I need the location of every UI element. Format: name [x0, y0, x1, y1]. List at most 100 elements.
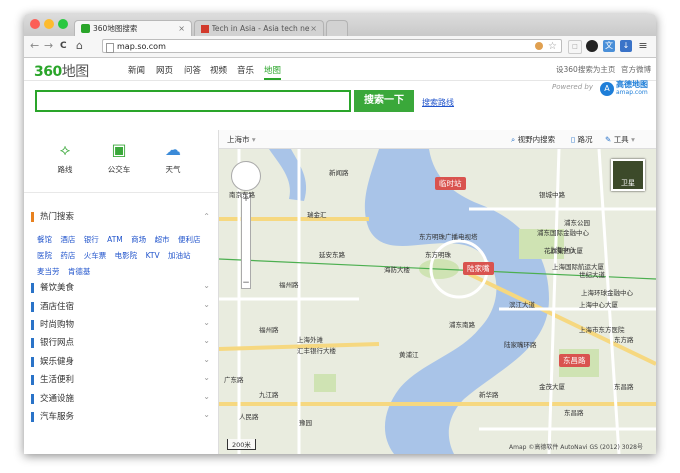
category-bank[interactable]: 银行网点 — [31, 338, 74, 348]
hot-link[interactable]: 肯德基 — [68, 267, 91, 276]
extension-icon[interactable]: □ — [568, 40, 582, 54]
quick-weather-button[interactable]: ☁ 天气 — [148, 140, 198, 175]
hot-link[interactable]: 药店 — [60, 251, 75, 260]
home-button[interactable]: ⌂ — [76, 39, 83, 53]
map-label: 上海环球金融中心 — [581, 289, 633, 297]
category-life-services[interactable]: 生活便利 — [31, 375, 74, 385]
hot-link[interactable]: 银行 — [84, 235, 99, 244]
zoom-slider[interactable]: + − — [241, 193, 251, 289]
category-entertainment[interactable]: 娱乐健身 — [31, 357, 74, 367]
scale-bar: 200米 — [227, 439, 256, 450]
camera-extension-icon[interactable] — [586, 40, 598, 52]
nav-web[interactable]: 网页 — [156, 64, 173, 76]
translate-extension-icon[interactable]: 文 — [603, 40, 615, 52]
tab-techinasia[interactable]: Tech in Asia - Asia tech new × — [194, 20, 324, 36]
search-button[interactable]: 搜索一下 — [354, 90, 414, 112]
map-copyright: Amap ©高德软件 AutoNavi GS (2012) 3028号 — [509, 444, 643, 451]
map-label: 南京东路 — [229, 191, 255, 199]
nav-music[interactable]: 音乐 — [237, 64, 254, 76]
category-hot-search[interactable]: 热门搜索 — [31, 212, 74, 222]
nav-qa[interactable]: 问答 — [184, 64, 201, 76]
360-map-logo[interactable]: 360地图 — [34, 61, 89, 81]
menu-icon[interactable]: ≡ — [637, 40, 649, 52]
bookmark-star-icon[interactable]: ☆ — [548, 40, 557, 54]
map-label: 人民路 — [239, 413, 259, 421]
logo-number: 360 — [34, 64, 62, 80]
city-selector[interactable]: 上海市 ▾ — [227, 134, 256, 145]
minimize-window-button[interactable] — [44, 19, 54, 29]
hot-link[interactable]: 医院 — [37, 251, 52, 260]
map-label: 黄浦江 — [399, 351, 419, 359]
hot-link[interactable]: 超市 — [155, 235, 170, 244]
divider — [24, 192, 218, 193]
category-transport[interactable]: 交通设施 — [31, 394, 74, 404]
nav-video[interactable]: 视频 — [210, 64, 227, 76]
nearby-search-button[interactable]: ⌕ 视野内搜索 — [511, 134, 555, 145]
map-label: 上海中心 — [549, 246, 575, 254]
address-toolbar: ← → C ⌂ map.so.com ☆ □ 文 ↓ ≡ — [24, 36, 656, 58]
quick-route-button[interactable]: ⟡ 路线 — [40, 140, 90, 175]
hot-link[interactable]: 加油站 — [168, 251, 191, 260]
search-route-link[interactable]: 搜索路线 — [422, 97, 454, 108]
map-label: 豫园 — [299, 419, 312, 427]
hot-link[interactable]: ATM — [107, 235, 123, 244]
techinasia-favicon-icon — [201, 24, 209, 33]
hot-link[interactable]: 便利店 — [178, 235, 201, 244]
station-badge[interactable]: 陆家嘴 — [463, 262, 494, 275]
chevron-down-icon[interactable]: ⌄ — [203, 336, 210, 345]
satellite-toggle[interactable]: 卫星 — [611, 159, 645, 191]
pan-control[interactable] — [231, 161, 261, 191]
quick-label: 公交车 — [107, 165, 131, 174]
download-extension-icon[interactable]: ↓ — [620, 40, 632, 52]
hot-link[interactable]: 商场 — [131, 235, 146, 244]
quick-label: 路线 — [57, 165, 73, 174]
chevron-down-icon[interactable]: ⌄ — [203, 373, 210, 382]
chevron-down-icon[interactable]: ⌄ — [203, 410, 210, 419]
map-label: 陆家嘴环路 — [504, 341, 537, 349]
new-tab-button[interactable] — [326, 20, 348, 36]
chevron-down-icon[interactable]: ⌄ — [203, 300, 210, 309]
chevron-down-icon[interactable]: ⌄ — [203, 281, 210, 290]
tools-button[interactable]: ✎ 工具 ▾ — [605, 134, 635, 145]
category-hotel[interactable]: 酒店住宿 — [31, 302, 74, 312]
chevron-down-icon[interactable]: ⌄ — [203, 355, 210, 364]
map-label: 滨江大道 — [509, 301, 535, 309]
quick-bus-button[interactable]: ▣ 公交车 — [94, 140, 144, 175]
traffic-button[interactable]: ▯ 路况 — [571, 134, 593, 145]
route-icon: ⟡ — [59, 140, 71, 159]
hot-links: 餐馆 酒店 银行 ATM 商场 超市 便利店 医院 药店 火车票 电影院 KTV… — [37, 232, 207, 280]
category-auto[interactable]: 汽车服务 — [31, 412, 74, 422]
tab-360-map[interactable]: 360地图搜索 × — [74, 20, 192, 36]
set-homepage-link[interactable]: 设360搜索为主页 — [556, 64, 615, 75]
hot-link[interactable]: 麦当劳 — [37, 267, 60, 276]
reload-button[interactable]: C — [60, 39, 67, 53]
nav-map[interactable]: 地图 — [264, 64, 282, 80]
station-badge[interactable]: 东昌路 — [559, 354, 590, 367]
forward-button[interactable]: → — [44, 39, 53, 53]
back-button[interactable]: ← — [30, 39, 39, 53]
amap-logo[interactable]: A 高德地图 amap.com — [600, 81, 648, 97]
category-shopping[interactable]: 时尚购物 — [31, 320, 74, 330]
hot-link[interactable]: 酒店 — [60, 235, 75, 244]
chevron-down-icon[interactable]: ⌄ — [203, 318, 210, 327]
url-bar[interactable]: map.so.com ☆ — [102, 39, 562, 53]
tab-close-icon[interactable]: × — [310, 24, 317, 33]
collapse-icon[interactable]: ⌃ — [203, 212, 210, 221]
hot-link[interactable]: 电影院 — [115, 251, 138, 260]
station-badge[interactable]: 临时站 — [435, 177, 466, 190]
tab-close-icon[interactable]: × — [178, 24, 185, 33]
hot-link[interactable]: KTV — [146, 251, 160, 260]
category-food[interactable]: 餐饮美食 — [31, 283, 74, 293]
nav-news[interactable]: 新闻 — [128, 64, 145, 76]
search-input[interactable] — [35, 90, 351, 112]
map-label: 福州路 — [279, 281, 299, 289]
hot-link[interactable]: 火车票 — [84, 251, 107, 260]
official-weibo-link[interactable]: 官方微博 — [621, 64, 651, 75]
zoom-out-icon[interactable]: − — [242, 278, 250, 288]
zoom-window-button[interactable] — [58, 19, 68, 29]
map-canvas[interactable]: 卫星 + − 临时站 陆家嘴 东昌路 新闻路 瑞金汇 浦东公园 海防大楼 东方明… — [219, 149, 656, 454]
close-window-button[interactable] — [30, 19, 40, 29]
chevron-down-icon[interactable]: ⌄ — [203, 392, 210, 401]
quick-label: 天气 — [165, 165, 181, 174]
hot-link[interactable]: 餐馆 — [37, 235, 52, 244]
